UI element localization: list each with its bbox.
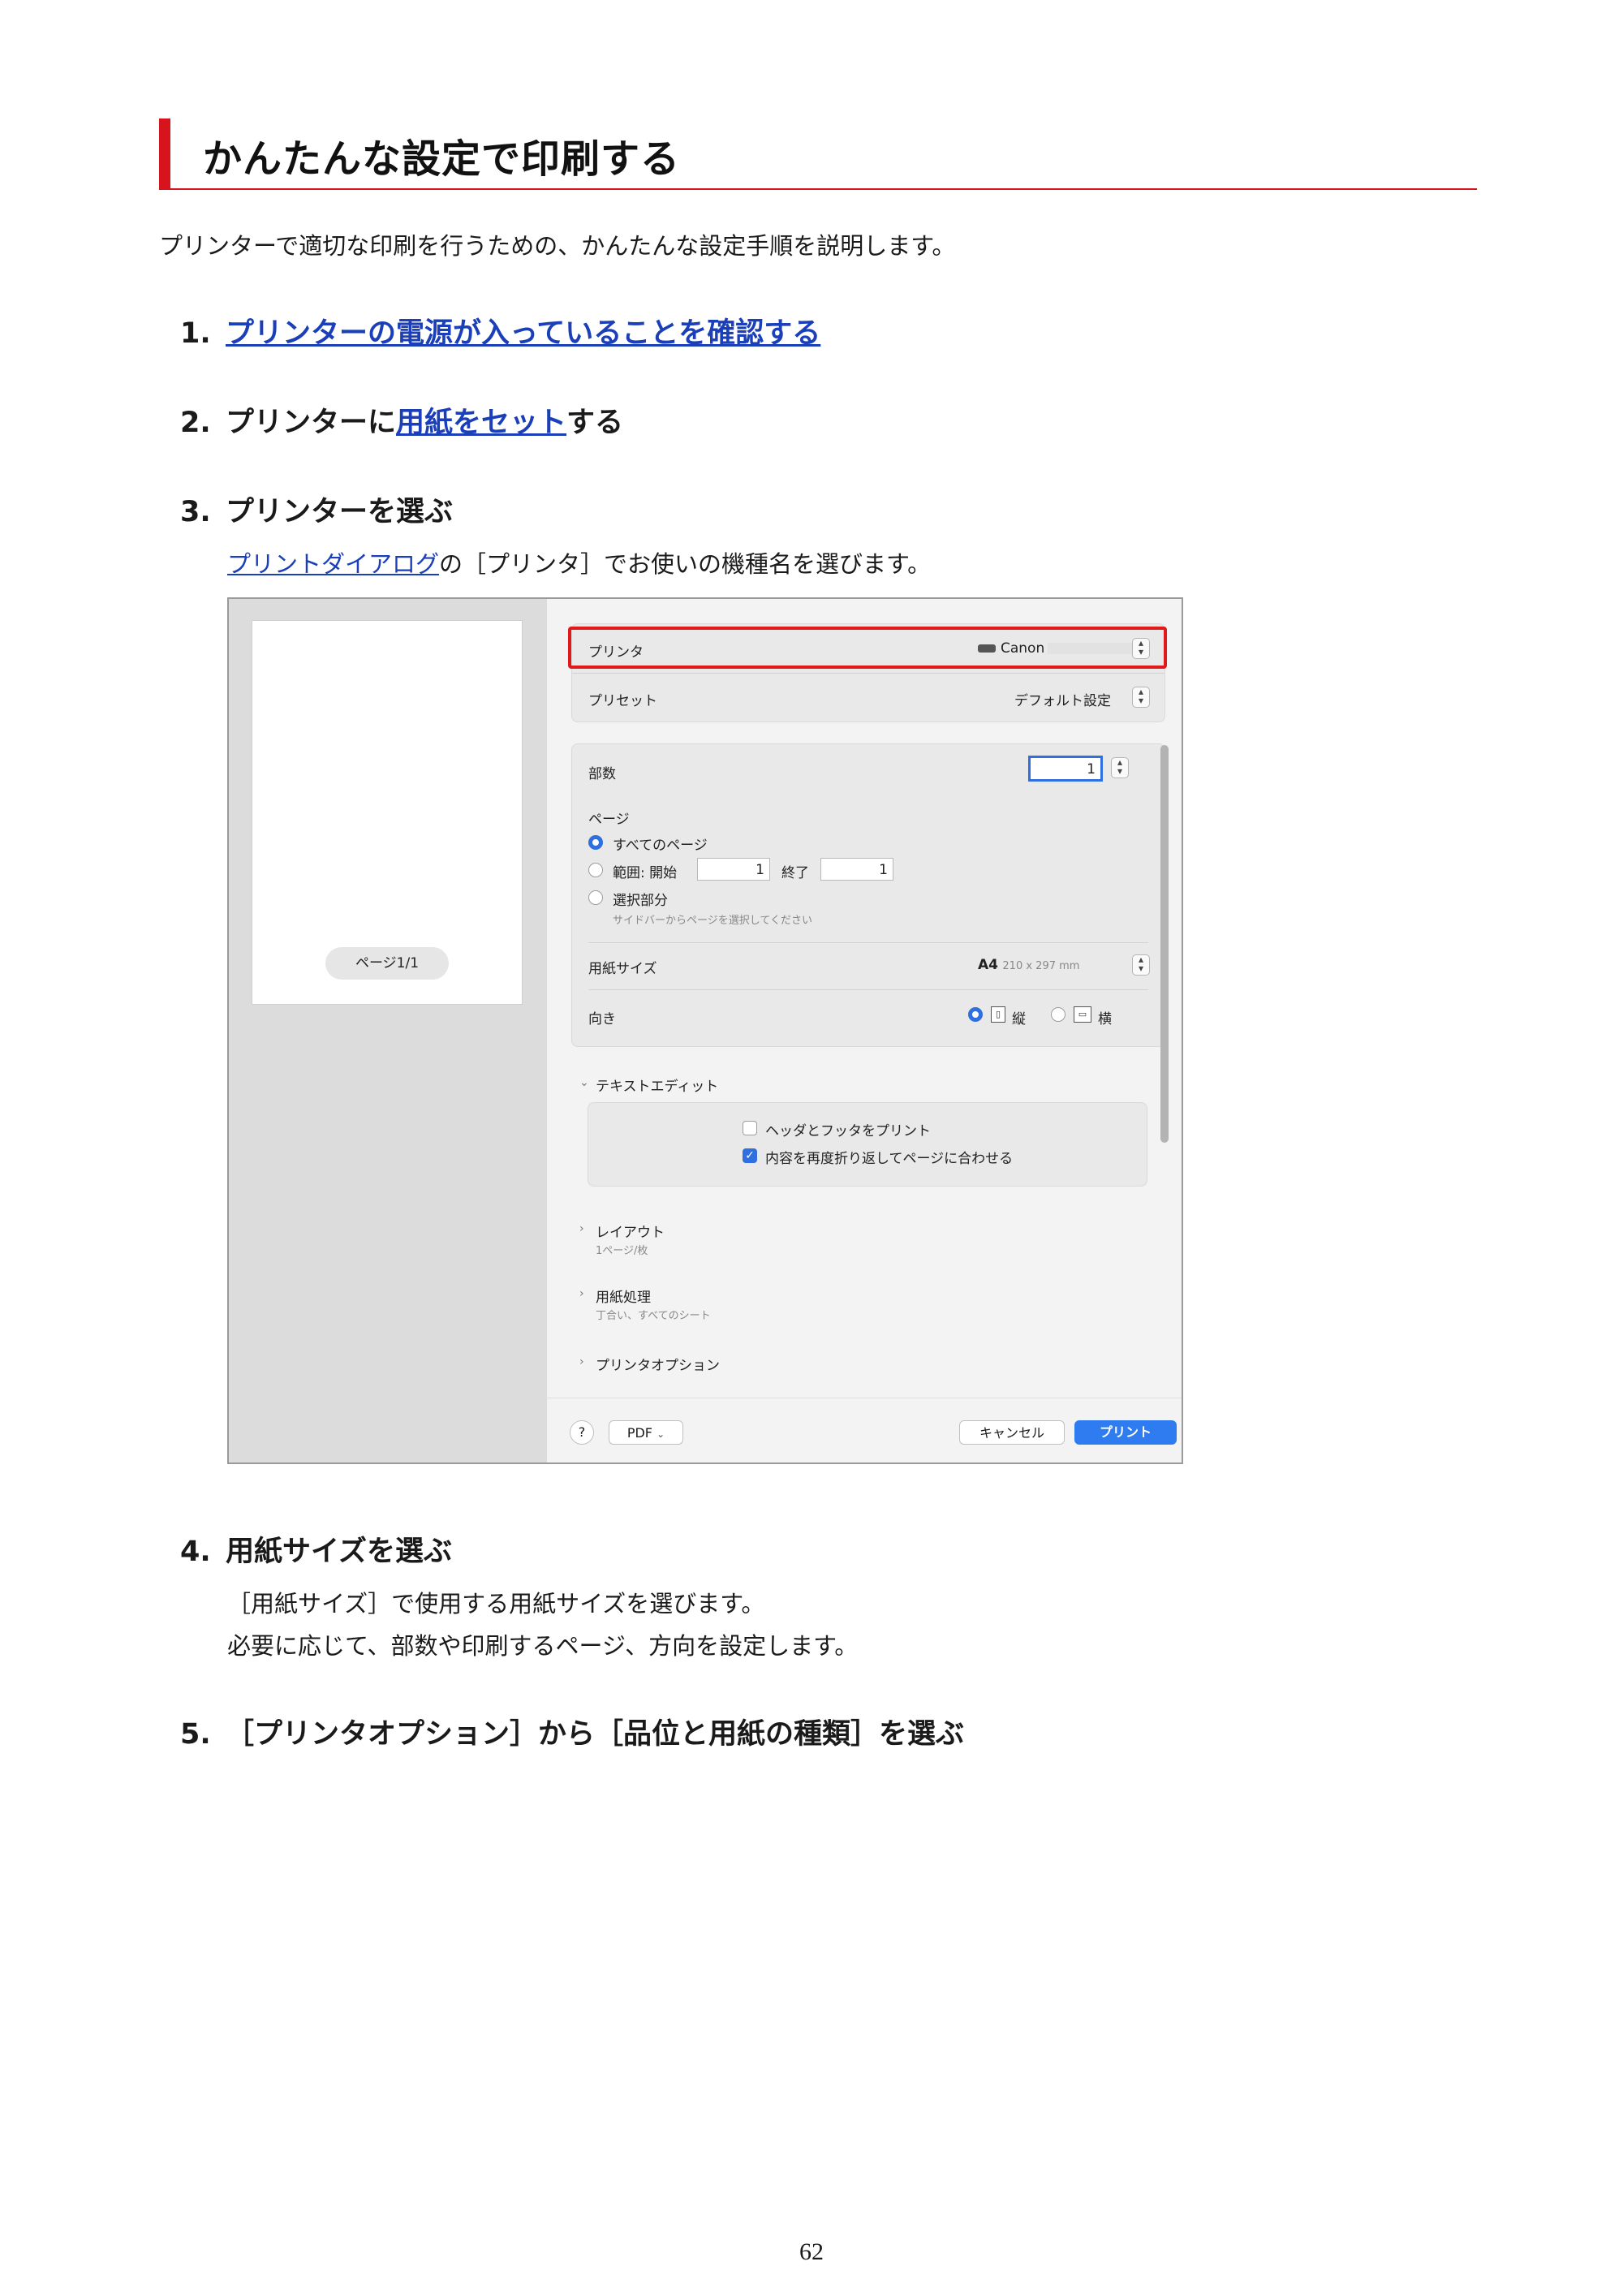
page-title: かんたんな設定で印刷する [203,136,681,182]
paper-size-dims: 210 x 297 mm [1002,960,1080,972]
textedit-options-group: ヘッダとフッタをプリント ✓ 内容を再度折り返してページに合わせる [588,1102,1147,1187]
chevron-right-icon[interactable]: › [579,1287,584,1300]
page-indicator: ページ1/1 [325,947,449,980]
paper-size-label: 用紙サイズ [588,961,657,977]
preset-popup-arrows-icon[interactable]: ▴ ▾ [1132,687,1150,708]
scrollbar-thumb[interactable] [1160,745,1169,1143]
chevron-down-icon[interactable]: ⌄ [579,1076,589,1089]
landscape-icon: ▭ [1074,1006,1091,1023]
printer-highlight-box [568,627,1167,669]
print-dialog-screenshot: ページ1/1 プリンタ Canon ▴ ▾ プリセット デフォルト設定 ▴ ▾ 部数… [227,597,1183,1464]
step-4: 4. 用紙サイズを選ぶ [180,1528,452,1570]
range-to-input[interactable]: 1 [820,858,893,881]
pdf-menu-button[interactable]: PDF ⌄ [609,1420,683,1445]
step-text-post: する [566,407,624,439]
printer-options-section-label[interactable]: プリンタオプション [596,1354,720,1374]
settings-pane: プリンタ Canon ▴ ▾ プリセット デフォルト設定 ▴ ▾ 部数 1 ▴ ▾ ペ… [547,599,1182,1462]
step-number: 5. [180,1718,211,1751]
preview-page: ページ1/1 [252,620,523,1005]
pages-label: ページ [588,812,630,828]
divider [588,942,1148,943]
paper-handling-section-label[interactable]: 用紙処理 [596,1286,651,1306]
step-5: 5. ［プリンタオプション］から［品位と用紙の種類］を選ぶ [180,1711,964,1752]
paper-size-value: A4 [978,957,998,973]
step-1: 1. プリンターの電源が入っていることを確認する [180,310,820,351]
preset-label: プリセット [588,693,657,709]
copies-input[interactable]: 1 [1028,756,1103,782]
step-3-description: プリントダイアログの［プリンタ］でお使いの機種名を選びます。 [227,545,931,579]
layout-summary: 1ページ/枚 [596,1245,648,1257]
selection-hint: サイドバーからページを選択してください [613,915,812,927]
power-check-link[interactable]: プリンターの電源が入っていることを確認する [226,317,820,350]
step-2: 2. プリンターに用紙をセットする [180,399,623,441]
step-number: 4. [180,1536,211,1568]
portrait-icon: ▯ [991,1006,1005,1023]
step-heading: ［プリンタオプション］から［品位と用紙の種類］を選ぶ [226,1718,965,1751]
header-footer-checkbox[interactable] [743,1121,757,1135]
help-button[interactable]: ? [570,1420,594,1445]
copies-label: 部数 [588,766,616,782]
portrait-radio[interactable] [968,1007,983,1022]
chevron-right-icon[interactable]: › [579,1222,584,1235]
step-number: 3. [180,496,211,528]
step-number: 1. [180,317,211,350]
page-number: 62 [799,2238,824,2265]
rewrap-label: 内容を再度折り返してページに合わせる [765,1151,1014,1167]
pdf-label: PDF [626,1425,652,1441]
landscape-label: 横 [1098,1011,1112,1027]
layout-section-label[interactable]: レイアウト [596,1221,665,1241]
paper-handling-summary: 丁合い、すべてのシート [596,1310,711,1322]
intro-text: プリンターで適切な印刷を行うための、かんたんな設定手順を説明します。 [159,232,956,260]
main-settings-group: 部数 1 ▴ ▾ ページ すべてのページ 範囲: 開始 1 終了 1 選択部分 サ… [571,743,1165,1047]
divider [588,989,1148,990]
range-label: 範囲: 開始 [613,865,678,881]
paper-size-popup-arrows-icon[interactable]: ▴ ▾ [1132,954,1150,976]
range-from-input[interactable]: 1 [697,858,770,881]
all-pages-label: すべてのページ [613,838,708,854]
load-paper-link[interactable]: 用紙をセット [396,407,566,439]
print-dialog-link[interactable]: プリントダイアログ [227,550,439,578]
step-heading: 用紙サイズを選ぶ [226,1536,452,1568]
portrait-label: 縦 [1012,1011,1026,1027]
chevron-right-icon[interactable]: › [579,1355,584,1368]
selection-radio[interactable] [588,890,603,905]
step-4-description-2: 必要に応じて、部数や印刷するページ、方向を設定します。 [227,1632,859,1660]
paper-size-select[interactable]: A4 210 x 297 mm [978,957,1079,973]
step-number: 2. [180,407,211,439]
step-4-description-1: ［用紙サイズ］で使用する用紙サイズを選びます。 [227,1590,765,1618]
divider [572,673,1165,674]
all-pages-radio[interactable] [588,835,603,850]
range-radio[interactable] [588,863,603,877]
landscape-radio[interactable] [1051,1007,1065,1022]
preview-pane: ページ1/1 [229,599,547,1462]
title-accent-bar [159,118,170,190]
orientation-label: 向き [588,1011,616,1027]
preset-select[interactable]: デフォルト設定 [1014,689,1111,709]
title-underline [159,188,1477,190]
print-button[interactable]: プリント [1074,1420,1177,1445]
step-heading: プリンターを選ぶ [226,496,454,528]
step-text-pre: プリンターに [226,407,397,439]
chevron-down-icon: ⌄ [657,1428,665,1440]
header-footer-label: ヘッダとフッタをプリント [765,1123,931,1139]
textedit-section-label[interactable]: テキストエディット [596,1075,718,1095]
step-3: 3. プリンターを選ぶ [180,489,453,530]
cancel-button[interactable]: キャンセル [959,1420,1065,1445]
selection-label: 選択部分 [613,893,668,909]
description-text: の［プリンタ］でお使いの機種名を選びます。 [439,550,932,578]
range-end-label: 終了 [781,865,809,881]
rewrap-checkbox[interactable]: ✓ [743,1148,757,1163]
copies-stepper-icon[interactable]: ▴ ▾ [1111,757,1129,778]
